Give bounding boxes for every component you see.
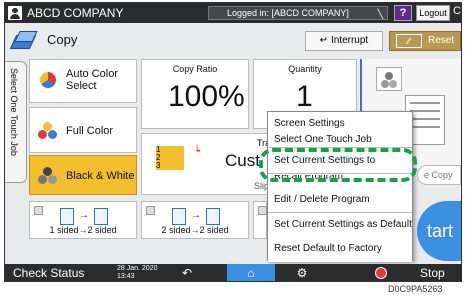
user-icon xyxy=(8,6,22,20)
arrow-right-icon: → xyxy=(191,210,201,221)
interrupt-button[interactable]: ↵ Interrupt xyxy=(305,31,383,51)
menu-item-set-as-default[interactable]: Set Current Settings as Default xyxy=(268,213,412,238)
black-white-button[interactable]: Black & White xyxy=(29,155,137,195)
figure-code: D0C9PA5263 xyxy=(388,284,443,294)
settings-menu: Screen Settings Select One Touch Job Set… xyxy=(267,111,413,278)
reset-icon: ∕∕ xyxy=(396,34,422,48)
company-name: ABCD COMPANY xyxy=(27,6,124,20)
home-icon[interactable]: ⌂ xyxy=(227,264,275,281)
interrupt-icon: ↵ xyxy=(319,35,329,46)
duplex-1-to-2-label: 1 sided→2 sided xyxy=(49,225,117,235)
bypass-tray-icon: ┕ xyxy=(194,146,201,157)
logout-button[interactable]: Logout xyxy=(416,5,450,21)
auto-color-select-button[interactable]: Auto Color Select xyxy=(29,59,137,103)
partial-tile[interactable] xyxy=(253,201,267,239)
copy-ratio-tile[interactable]: Copy Ratio 100% xyxy=(141,59,249,129)
full-color-label: Full Color xyxy=(66,125,114,137)
paper-tray-tile[interactable]: Tra 1 2 3 ┕ Cust Slip xyxy=(141,133,271,195)
stop-button[interactable]: Stop xyxy=(420,266,445,280)
duplex-1-to-2-checkbox xyxy=(34,206,43,215)
quantity-value: 1 xyxy=(296,80,313,113)
reset-label: Reset xyxy=(428,35,455,46)
copy-screen: ABCD COMPANY Logged in: [ABCD COMPANY] ╲… xyxy=(4,2,462,282)
highlight-callout xyxy=(259,148,417,182)
check-status-button[interactable]: Check Status xyxy=(13,266,84,280)
date-text: 28 Jan. 2020 xyxy=(117,265,158,272)
interrupt-label: Interrupt xyxy=(330,35,369,46)
tray-selector-icon: 1 2 3 xyxy=(156,146,184,170)
tray-main-text: Cust xyxy=(225,151,260,170)
black-white-icon xyxy=(38,167,58,185)
copy-app-icon xyxy=(13,30,35,48)
title-row: Copy ↵ Interrupt ∕∕ Reset xyxy=(5,24,461,56)
auto-color-label: Auto Color Select xyxy=(66,68,118,92)
duplex-2-to-2-checkbox xyxy=(146,206,155,215)
full-color-button[interactable]: Full Color xyxy=(29,107,137,153)
gear-icon[interactable]: ⚙ xyxy=(290,264,314,281)
arrow-right-icon: → xyxy=(79,210,89,221)
stop-icon xyxy=(375,267,387,279)
auto-color-icon xyxy=(38,72,58,90)
menu-item-select-one-touch-job[interactable]: Select One Touch Job xyxy=(268,134,412,148)
expand-corner-icon: ╲ xyxy=(377,9,383,19)
black-white-label: Black & White xyxy=(66,170,135,182)
copy-ratio-value: 100% xyxy=(168,80,245,113)
page-title: Copy xyxy=(47,32,78,47)
menu-item-reset-to-factory[interactable]: Reset Default to Factory Default xyxy=(268,237,412,278)
start-button[interactable]: tart xyxy=(417,201,461,261)
duplex-result-icon xyxy=(206,208,220,225)
bottom-bar: Check Status 28 Jan. 2020 13:43 ↶ ⌂ ⚙ St… xyxy=(5,264,461,281)
duplex-2-to-2-label: 2 sided→2 sided xyxy=(161,225,229,235)
preferred-copy-button[interactable]: e Copy xyxy=(417,165,461,185)
full-color-icon xyxy=(38,122,58,140)
time-text: 13:43 xyxy=(117,273,135,280)
menu-item-edit-delete-program[interactable]: Edit / Delete Program xyxy=(268,188,412,213)
duplex-2-to-2-tile[interactable]: → 2 sided→2 sided xyxy=(141,201,249,239)
login-status-text: Logged in: [ABCD COMPANY] xyxy=(227,8,349,18)
single-page-icon xyxy=(60,208,74,225)
edge-label: C xyxy=(453,5,461,17)
partial-tile-checkbox xyxy=(258,206,267,215)
duplex-1-to-2-tile[interactable]: → 1 sided→2 sided xyxy=(29,201,137,239)
date-time: 28 Jan. 2020 13:43 xyxy=(117,265,157,281)
reset-button[interactable]: ∕∕ Reset xyxy=(389,31,461,51)
select-one-touch-job-tab[interactable]: Select One Touch Job xyxy=(5,61,27,183)
copy-ratio-label: Copy Ratio xyxy=(172,64,218,74)
duplex-source-icon xyxy=(172,208,186,225)
login-status: Logged in: [ABCD COMPANY] ╲ xyxy=(208,6,388,20)
top-bar: ABCD COMPANY Logged in: [ABCD COMPANY] ╲… xyxy=(5,3,461,23)
quantity-label: Quantity xyxy=(288,64,322,74)
duplex-page-icon xyxy=(94,208,108,225)
original-type-icon xyxy=(376,67,402,91)
side-tab-label: Select One Touch Job xyxy=(9,68,19,156)
help-button[interactable]: ? xyxy=(394,5,412,21)
back-icon[interactable]: ↶ xyxy=(175,264,199,281)
